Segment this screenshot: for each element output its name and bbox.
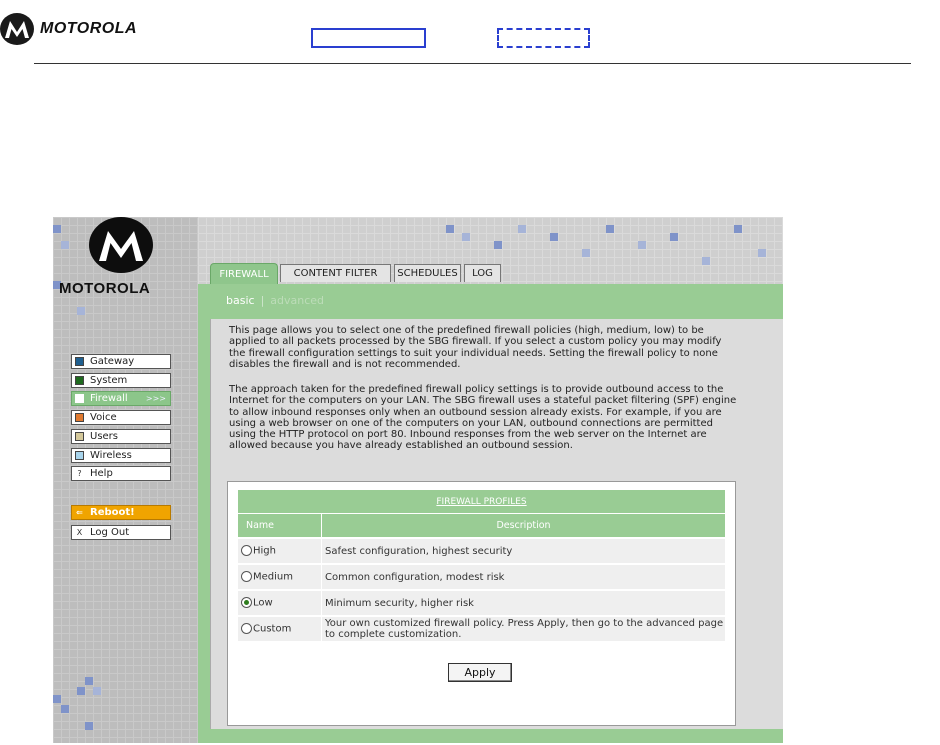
- tab-content-filter[interactable]: CONTENT FILTER: [280, 264, 391, 282]
- main-panel: This page allows you to select one of th…: [210, 319, 783, 729]
- radio-custom[interactable]: [241, 623, 252, 635]
- decor-square: [77, 307, 85, 315]
- decor-square: [61, 241, 69, 249]
- decor-square: [53, 225, 61, 233]
- reboot-button[interactable]: ⇐ Reboot!: [71, 505, 171, 520]
- column-header-description: Description: [321, 513, 725, 538]
- profile-description: Common configuration, modest risk: [321, 563, 725, 590]
- decor-square: [582, 249, 590, 257]
- gateway-icon: [75, 357, 84, 366]
- decor-square: [446, 225, 454, 233]
- nav-label: Voice: [90, 412, 117, 423]
- nav-voice[interactable]: Voice: [71, 410, 171, 425]
- apply-button[interactable]: Apply: [448, 663, 512, 682]
- profile-name: Custom: [253, 623, 292, 635]
- decor-square: [606, 225, 614, 233]
- subtab-advanced[interactable]: advanced: [270, 294, 324, 307]
- wireless-icon: [75, 451, 84, 460]
- nav-firewall[interactable]: Firewall >>>: [71, 391, 171, 406]
- decor-square: [518, 225, 526, 233]
- decor-square: [758, 249, 766, 257]
- profiles-title[interactable]: FIREWALL PROFILES: [238, 490, 725, 514]
- app-brand-text: MOTOROLA: [59, 280, 151, 297]
- decor-square: [734, 225, 742, 233]
- nav-gateway[interactable]: Gateway: [71, 354, 171, 369]
- table-row: High Safest configuration, highest secur…: [238, 537, 725, 564]
- firewall-profiles-box: FIREWALL PROFILES Name Description High …: [227, 481, 736, 726]
- nav-label: Gateway: [90, 356, 135, 367]
- profile-name: High: [253, 545, 276, 557]
- decor-square: [85, 722, 93, 730]
- reboot-arrow-icon: ⇐: [76, 508, 83, 517]
- table-row: Medium Common configuration, modest risk: [238, 563, 725, 590]
- intro-paragraph-2: The approach taken for the predefined fi…: [229, 384, 737, 452]
- subtab-separator: |: [260, 294, 265, 307]
- callout-box: [311, 28, 426, 48]
- logout-x-icon: X: [76, 528, 83, 537]
- tab-log[interactable]: LOG: [464, 264, 501, 282]
- router-ui-screenshot: MOTOROLA Gateway System Firewall >>> Voi…: [53, 217, 783, 743]
- subtab-basic[interactable]: basic: [226, 294, 255, 307]
- callout-box-dashed: [497, 28, 590, 48]
- nav-wireless[interactable]: Wireless: [71, 448, 171, 463]
- nav-system[interactable]: System: [71, 373, 171, 388]
- intro-paragraph-1: This page allows you to select one of th…: [229, 325, 722, 370]
- table-row: Custom Your own customized firewall poli…: [238, 615, 725, 641]
- header-divider: [34, 63, 911, 64]
- tab-schedules[interactable]: SCHEDULES: [394, 264, 461, 282]
- profile-name: Low: [253, 597, 273, 609]
- column-header-name: Name: [238, 513, 322, 538]
- radio-high[interactable]: [241, 545, 252, 557]
- reboot-label: Reboot!: [90, 507, 135, 518]
- radio-medium[interactable]: [241, 571, 252, 583]
- nav-label: Help: [90, 468, 113, 479]
- profile-description: Safest configuration, highest security: [321, 537, 725, 564]
- users-icon: [75, 432, 84, 441]
- decor-square: [462, 233, 470, 241]
- subtabs: basic | advanced: [226, 294, 324, 307]
- decor-square: [53, 695, 61, 703]
- sidebar: MOTOROLA Gateway System Firewall >>> Voi…: [53, 217, 198, 743]
- profile-description: Minimum security, higher risk: [321, 589, 725, 616]
- decor-square: [93, 687, 101, 695]
- system-icon: [75, 376, 84, 385]
- profile-description: Your own customized firewall policy. Pre…: [321, 615, 725, 641]
- nav-label: Firewall: [90, 393, 128, 404]
- voice-icon: [75, 413, 84, 422]
- logout-label: Log Out: [90, 527, 130, 538]
- decor-square: [670, 233, 678, 241]
- nav-label: Wireless: [90, 450, 132, 461]
- decor-square: [85, 677, 93, 685]
- decor-square: [494, 241, 502, 249]
- decor-square: [61, 705, 69, 713]
- nav-help[interactable]: ? Help: [71, 466, 171, 481]
- help-question-icon: ?: [77, 469, 82, 478]
- firewall-icon: [75, 394, 84, 403]
- decor-square: [550, 233, 558, 241]
- active-arrow-icon: >>>: [145, 394, 166, 403]
- decor-square: [77, 687, 85, 695]
- nav-users[interactable]: Users: [71, 429, 171, 444]
- doc-brand-text: MOTOROLA: [40, 20, 138, 37]
- tab-firewall[interactable]: FIREWALL: [210, 263, 278, 284]
- table-row: Low Minimum security, higher risk: [238, 589, 725, 616]
- nav-label: Users: [90, 431, 119, 442]
- radio-low[interactable]: [241, 597, 252, 609]
- content-area: basic | advanced This page allows you to s…: [198, 284, 783, 743]
- firewall-profiles-table: FIREWALL PROFILES Name Description High …: [238, 490, 725, 641]
- logout-button[interactable]: X Log Out: [71, 525, 171, 540]
- nav-label: System: [90, 375, 128, 386]
- decor-square: [638, 241, 646, 249]
- motorola-batwing-logo-icon: [89, 217, 153, 273]
- motorola-logo-icon: [0, 13, 34, 45]
- decor-square: [702, 257, 710, 265]
- profile-name: Medium: [253, 571, 293, 583]
